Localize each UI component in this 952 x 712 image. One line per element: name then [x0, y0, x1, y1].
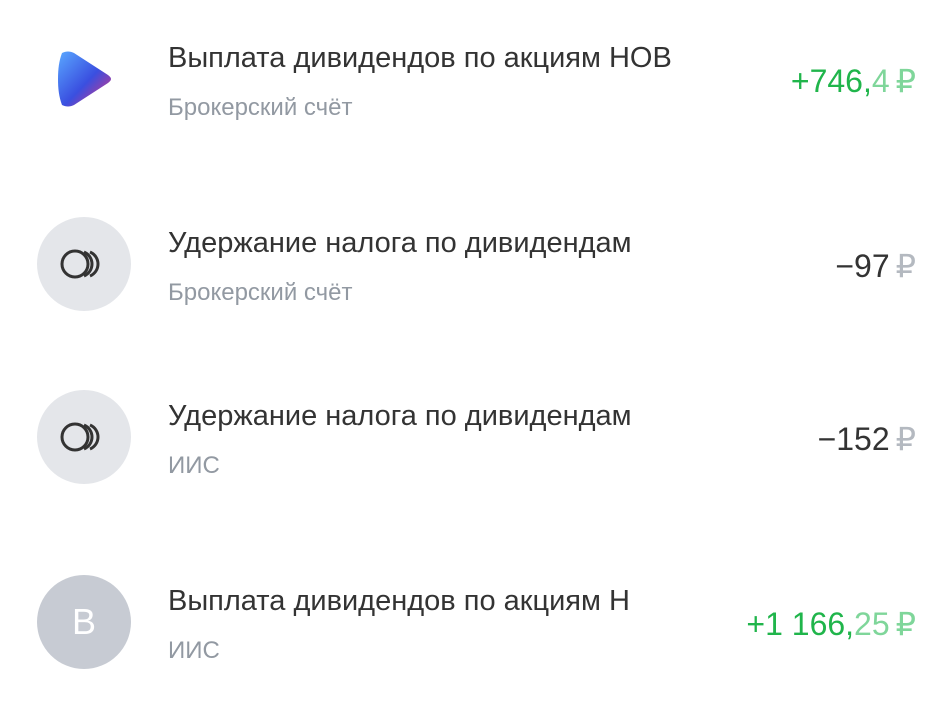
currency-sign: ₽: [895, 248, 916, 284]
operation-title: Удержание налога по дивидендам: [168, 400, 632, 432]
operation-amount: +1 166,25 ₽: [746, 603, 916, 645]
letter-avatar: В: [37, 575, 131, 669]
account-label: Брокерский счёт: [168, 94, 353, 121]
account-label: Брокерский счёт: [168, 279, 353, 306]
operation-amount: −152 ₽: [818, 418, 916, 460]
amount-main: −97: [835, 248, 890, 284]
operation-row[interactable]: Выплата дивидендов по акциям НОВ Брокерс…: [0, 20, 952, 140]
account-label: ИИС: [168, 452, 220, 479]
currency-sign: ₽: [895, 606, 916, 642]
amount-fraction: 4: [871, 63, 890, 99]
operation-title-container: Выплата дивидендов по акциям Н: [168, 581, 687, 621]
amount-main: −152: [817, 421, 890, 457]
operation-title-container: Удержание налога по дивидендам: [168, 396, 734, 436]
operation-amount: −97 ₽: [835, 245, 916, 287]
operations-list: Выплата дивидендов по акциям НОВ Брокерс…: [0, 0, 952, 712]
operation-amount: +746,4 ₽: [791, 60, 916, 102]
operation-title-container: Выплата дивидендов по акциям НОВ: [168, 38, 734, 78]
operation-row[interactable]: Удержание налога по дивидендам ИИС −152 ₽: [0, 378, 952, 498]
amount-fraction: 25: [854, 606, 890, 642]
currency-sign: ₽: [895, 63, 916, 99]
amount-main: +1 166,: [746, 606, 855, 642]
currency-sign: ₽: [895, 421, 916, 457]
coins-icon: [37, 217, 131, 311]
operation-title: Удержание налога по дивидендам: [168, 227, 632, 259]
account-label: ИИС: [168, 637, 220, 664]
operation-title-container: Удержание налога по дивидендам: [168, 223, 734, 263]
operation-row[interactable]: В Выплата дивидендов по акциям Н ИИС +1 …: [0, 563, 952, 683]
coins-icon: [37, 390, 131, 484]
operation-title: Выплата дивидендов по акциям НОВ: [168, 42, 672, 74]
amount-main: +746,: [790, 63, 872, 99]
operation-row[interactable]: Удержание налога по дивидендам Брокерски…: [0, 205, 952, 325]
broker-logo-icon: [37, 32, 131, 126]
operation-title: Выплата дивидендов по акциям Н: [168, 585, 630, 617]
